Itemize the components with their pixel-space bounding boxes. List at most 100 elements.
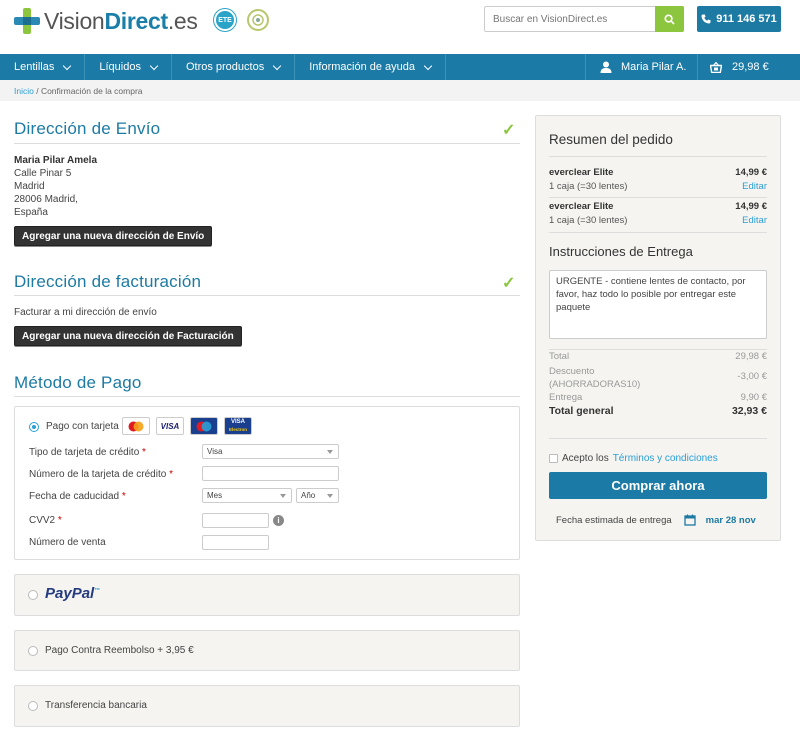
user-name: Maria Pilar A. — [621, 61, 687, 73]
grand-total-row: Total general 32,93 € — [549, 405, 767, 417]
nav-label: Información de ayuda — [309, 61, 416, 73]
mastercard-icon — [122, 417, 150, 435]
divider — [14, 295, 520, 296]
shipping-cost-row: Entrega 9,90 € — [549, 392, 767, 403]
estimated-delivery-label: Fecha estimada de entrega — [556, 514, 672, 526]
breadcrumb-current: Confirmación de la compra — [40, 86, 143, 96]
paypal-radio[interactable] — [28, 590, 38, 600]
maestro-icon — [190, 417, 218, 435]
sale-number-input[interactable] — [202, 535, 269, 550]
terms-agreement: Acepto los Términos y condiciones — [549, 453, 718, 464]
visa-icon: VISA — [156, 417, 184, 435]
delivery-instructions-title: Instrucciones de Entrega — [549, 244, 693, 259]
expiry-month-select[interactable]: Mes — [202, 488, 292, 503]
nav-label: Otros productos — [185, 61, 265, 73]
chevron-down-icon — [149, 61, 159, 70]
card-number-label: Número de la tarjeta de crédito * — [29, 469, 173, 480]
discount-row: Descuento (AHORRADORAS10) -3,00 € — [549, 366, 767, 390]
delivery-instructions-textarea[interactable]: URGENTE - contiene lentes de contacto, p… — [549, 270, 767, 339]
estimated-delivery-date: mar 28 nov — [705, 514, 756, 526]
cvv-input[interactable] — [202, 513, 269, 528]
divider — [14, 396, 520, 397]
chevron-down-icon — [63, 61, 72, 70]
nav-label: Lentillas — [14, 61, 55, 73]
bank-transfer-panel[interactable]: Transferencia bancaria — [14, 685, 520, 727]
order-summary: Resumen del pedido everclear Elite 14,99 … — [535, 115, 781, 541]
cod-label: Pago Contra Reembolso + 3,95 € — [45, 645, 194, 656]
terms-checkbox[interactable] — [549, 454, 558, 463]
address-line: Calle Pinar 5 — [14, 168, 72, 179]
chevron-down-icon — [423, 61, 433, 70]
chevron-down-icon — [272, 61, 282, 70]
cart-total: 29,98 € — [732, 61, 769, 73]
cvv-label: CVV2 * — [29, 515, 62, 526]
visa-electron-icon: VISA Electron — [224, 417, 252, 435]
user-account-menu[interactable]: Maria Pilar A. — [585, 54, 697, 80]
edit-item-link[interactable]: Editar — [742, 215, 767, 226]
cod-radio[interactable] — [28, 646, 38, 656]
divider — [549, 349, 767, 350]
sale-number-label: Número de venta — [29, 537, 106, 548]
card-type-select[interactable]: Visa — [202, 444, 339, 459]
card-payment-panel: Pago con tarjeta VISA VISA Electron Tipo … — [14, 406, 520, 560]
nav-item-informacion-ayuda[interactable]: Información de ayuda — [295, 54, 447, 80]
order-item-qty: 1 caja (=30 lentes) Editar — [549, 215, 767, 226]
billing-title: Dirección de facturación — [14, 272, 202, 291]
address-line: 28006 Madrid, — [14, 194, 78, 205]
expiry-year-select[interactable]: Año — [296, 488, 339, 503]
cod-payment-panel[interactable]: Pago Contra Reembolso + 3,95 € — [14, 630, 520, 671]
total-row: Total 29,98 € — [549, 351, 767, 362]
user-icon — [600, 61, 612, 73]
paypal-payment-panel[interactable]: PayPal™ — [14, 574, 520, 616]
nav-label: Líquidos — [99, 61, 141, 73]
phone-button[interactable]: 911 146 571 — [697, 6, 781, 32]
terms-prefix: Acepto los — [562, 453, 609, 464]
search-input[interactable] — [485, 7, 655, 31]
summary-title: Resumen del pedido — [549, 132, 673, 147]
nav-item-otros-productos[interactable]: Otros productos — [172, 54, 296, 80]
shipping-title: Dirección de Envío — [14, 119, 161, 138]
checkmark-icon: ✓ — [502, 122, 516, 139]
terms-link[interactable]: Términos y condiciones — [613, 453, 718, 464]
bank-transfer-label: Transferencia bancaria — [45, 700, 147, 711]
checkmark-icon: ✓ — [502, 275, 516, 292]
order-item-qty: 1 caja (=30 lentes) Editar — [549, 181, 767, 192]
payment-title: Método de Pago — [14, 373, 142, 392]
site-header: VisionDirect.es ETE 911 146 571 — [0, 0, 800, 54]
cart-basket-icon — [710, 61, 722, 73]
calendar-icon — [684, 514, 696, 526]
card-payment-radio[interactable] — [29, 422, 39, 432]
address-name: Maria Pilar Amela — [14, 155, 98, 166]
search-icon — [664, 13, 675, 25]
edit-item-link[interactable]: Editar — [742, 181, 767, 192]
certification-seal-icon — [247, 9, 269, 31]
estimated-delivery: Fecha estimada de entrega mar 28 nov — [556, 514, 756, 526]
buy-now-button[interactable]: Comprar ahora — [549, 472, 767, 499]
main-nav: Lentillas Líquidos Otros productos Infor… — [0, 54, 800, 80]
add-shipping-address-button[interactable]: Agregar una nueva dirección de Envío — [14, 226, 213, 246]
nav-item-lentillas[interactable]: Lentillas — [0, 54, 86, 80]
divider — [549, 156, 767, 157]
cart-button[interactable]: 29,98 € — [697, 54, 800, 80]
divider — [549, 197, 767, 198]
info-icon[interactable]: i — [273, 515, 284, 526]
bank-transfer-radio[interactable] — [28, 701, 38, 711]
trust-badge-icon: ETE — [214, 9, 236, 31]
divider — [549, 438, 767, 439]
site-logo[interactable]: VisionDirect.es — [14, 6, 198, 36]
shipping-address: Maria Pilar Amela Calle Pinar 5 Madrid 2… — [14, 154, 97, 219]
address-line: Madrid — [14, 181, 45, 192]
order-item: everclear Elite 14,99 € — [549, 167, 767, 178]
divider — [14, 143, 520, 144]
add-billing-address-button[interactable]: Agregar una nueva dirección de Facturaci… — [14, 326, 242, 346]
breadcrumb-separator: / — [33, 86, 41, 96]
nav-item-liquidos[interactable]: Líquidos — [85, 54, 172, 80]
card-type-label: Tipo de tarjeta de crédito * — [29, 447, 146, 458]
order-item: everclear Elite 14,99 € — [549, 201, 767, 212]
search-button[interactable] — [655, 6, 684, 32]
card-number-input[interactable] — [202, 466, 339, 481]
card-payment-label: Pago con tarjeta — [46, 421, 119, 432]
phone-icon — [701, 14, 711, 24]
breadcrumb-home-link[interactable]: Inicio — [14, 86, 34, 96]
search-box — [484, 6, 684, 32]
